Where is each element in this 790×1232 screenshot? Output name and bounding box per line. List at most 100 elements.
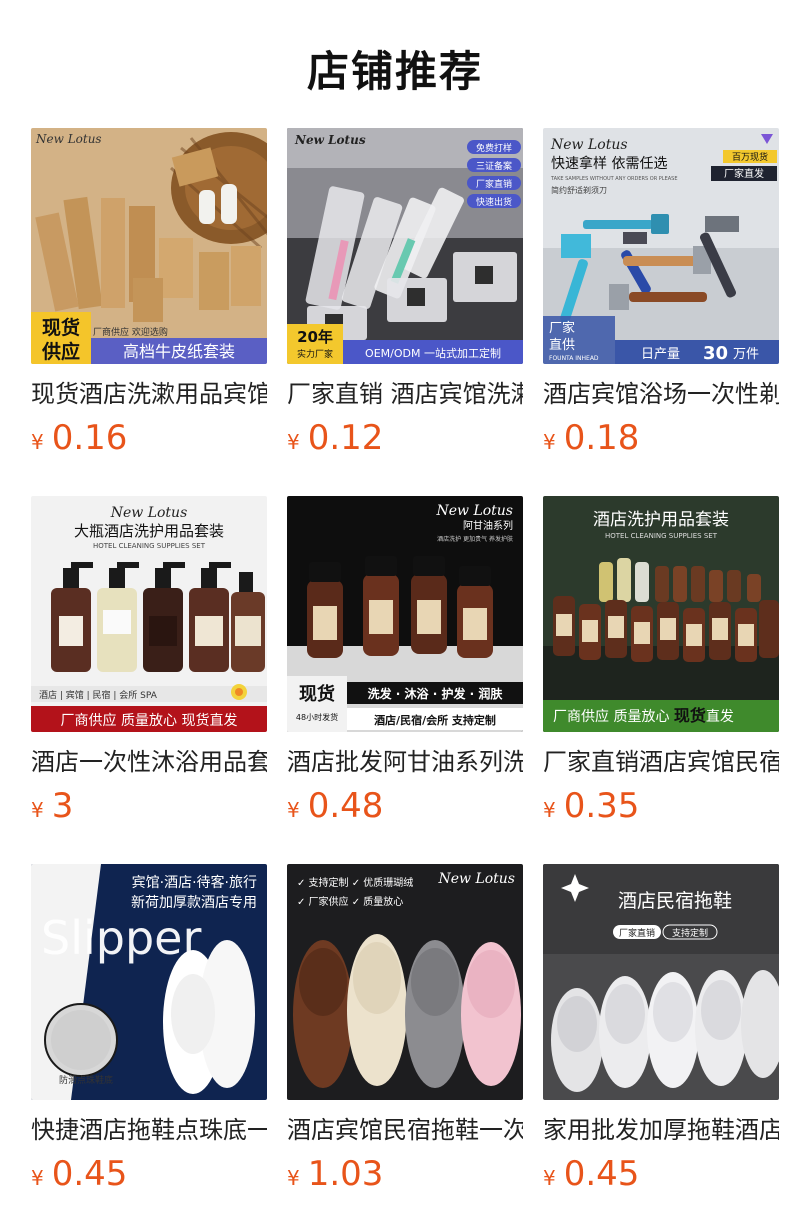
price-value: 0.48: [307, 786, 384, 826]
product-name[interactable]: 厂家直销酒店宾馆民宿: [543, 746, 779, 778]
badge-text: 现货: [299, 683, 335, 705]
tag-text: 三证备案: [476, 160, 512, 172]
price-value: 0.12: [307, 418, 384, 458]
product-card[interactable]: New Lotus 快速拿样 依需任选 TAKE SAMPLES WITHOUT…: [543, 128, 779, 460]
product-card[interactable]: New Lotus 阿甘油系列 酒店洗护 更加贵气 养发护肤 现货 48小时发货: [287, 496, 523, 828]
product-name[interactable]: 酒店一次性沐浴用品套: [31, 746, 267, 778]
price-value: 1.03: [307, 1154, 384, 1194]
headline-text: 酒店民宿拖鞋: [618, 890, 732, 912]
feature-text: ✓ 支持定制 ✓ 优质珊瑚绒: [297, 876, 413, 889]
product-name[interactable]: 酒店宾馆浴场一次性剃: [543, 378, 779, 410]
banner-text: 厂商供应 质量放心 现货直发: [61, 712, 238, 729]
currency-symbol: ¥: [287, 430, 300, 454]
product-price: ¥0.45: [31, 1152, 267, 1196]
tag-text: 百万现货: [732, 151, 768, 163]
price-value: 0.45: [51, 1154, 128, 1194]
badge-text: 现货: [42, 316, 80, 339]
product-name[interactable]: 酒店批发阿甘油系列洗: [287, 746, 523, 778]
tag-text: 支持定制: [672, 927, 708, 939]
product-image[interactable]: New Lotus 免费打样 三证备案 厂家直销 快速出货 20年 实力厂家 O…: [287, 128, 523, 364]
product-image[interactable]: 酒店民宿拖鞋 厂家直销 支持定制: [543, 864, 779, 1100]
banner-text: 厂商供应 质量放心: [553, 708, 674, 725]
caption-text: 酒店洗护 更加贵气 养发护肤: [437, 535, 513, 543]
corner-text: 直供: [549, 338, 575, 353]
currency-symbol: ¥: [543, 430, 556, 454]
product-price: ¥0.18: [543, 416, 779, 460]
price-value: 0.45: [563, 1154, 640, 1194]
product-card[interactable]: New Lotus 现货 供应 厂商供应 欢迎选购 高档牛皮纸套装 现货酒店洗漱…: [31, 128, 267, 460]
product-card[interactable]: New Lotus 大瓶酒店洗护用品套装 HOTEL CLEANING SUPP…: [31, 496, 267, 828]
banner-text: 洗发 · 沐浴 · 护发 · 润肤: [368, 686, 504, 701]
headline-text: 宾馆·酒店·待客·旅行: [132, 874, 257, 891]
caption-text: 简约舒适剃须刀: [551, 185, 607, 195]
product-price: ¥0.16: [31, 416, 267, 460]
product-card[interactable]: 宾馆·酒店·待客·旅行 新荷加厚款酒店专用 Slipper 防滑点珠鞋底 快捷酒…: [31, 864, 267, 1196]
product-price: ¥0.48: [287, 784, 523, 828]
product-image[interactable]: 宾馆·酒店·待客·旅行 新荷加厚款酒店专用 Slipper 防滑点珠鞋底: [31, 864, 267, 1100]
tag-text: 厂家直发: [724, 167, 764, 180]
currency-symbol: ¥: [287, 798, 300, 822]
banner-text: 酒店/民宿/会所 支持定制: [374, 713, 496, 727]
price-value: 0.35: [563, 786, 640, 826]
currency-symbol: ¥: [31, 798, 44, 822]
tag-text: 免费打样: [476, 142, 512, 154]
corner-text: FOUNTA INHEAD: [549, 355, 599, 362]
badge-text: 供应: [41, 340, 80, 363]
product-price: ¥3: [31, 784, 267, 828]
caption-text: 厂商供应 欢迎选购: [93, 326, 168, 338]
product-price: ¥0.45: [543, 1152, 779, 1196]
product-card[interactable]: New Lotus 免费打样 三证备案 厂家直销 快速出货 20年 实力厂家 O…: [287, 128, 523, 460]
product-name[interactable]: 厂家直销 酒店宾馆洗漱: [287, 378, 523, 410]
caption-text: TAKE SAMPLES WITHOUT ANY ORDERS OR PLEAS…: [550, 176, 677, 182]
product-price: ¥0.12: [287, 416, 523, 460]
brand-logo-text: New Lotus: [550, 137, 628, 153]
headline-text: 酒店洗护用品套装: [593, 510, 729, 530]
tag-text: 厂家直销: [619, 927, 655, 939]
svg-text:厂商供应 质量放心 现货直发: 厂商供应 质量放心 现货直发: [553, 706, 734, 725]
product-price: ¥1.03: [287, 1152, 523, 1196]
product-card[interactable]: 酒店民宿拖鞋 厂家直销 支持定制 家用批发加厚拖鞋酒店 ¥0.45: [543, 864, 779, 1196]
corner-text: 厂家: [549, 320, 575, 336]
currency-symbol: ¥: [31, 1166, 44, 1190]
caption-text: HOTEL CLEANING SUPPLIES SET: [93, 542, 206, 550]
product-image[interactable]: New Lotus 大瓶酒店洗护用品套装 HOTEL CLEANING SUPP…: [31, 496, 267, 732]
currency-symbol: ¥: [31, 430, 44, 454]
product-image[interactable]: New Lotus 阿甘油系列 酒店洗护 更加贵气 养发护肤 现货 48小时发货: [287, 496, 523, 732]
product-name[interactable]: 现货酒店洗漱用品宾馆: [31, 378, 267, 410]
product-image[interactable]: ✓ 支持定制 ✓ 优质珊瑚绒 ✓ 厂家供应 ✓ 质量放心 New Lotus: [287, 864, 523, 1100]
product-card[interactable]: ✓ 支持定制 ✓ 优质珊瑚绒 ✓ 厂家供应 ✓ 质量放心 New Lotus 酒…: [287, 864, 523, 1196]
price-value: 3: [51, 786, 74, 826]
output-text: 日产量: [641, 347, 680, 362]
headline-text: 快速拿样 依需任选: [551, 155, 667, 172]
product-image[interactable]: 酒店洗护用品套装 HOTEL CLEANING SUPPLIES SET 厂商供…: [543, 496, 779, 732]
currency-symbol: ¥: [543, 798, 556, 822]
price-value: 0.16: [51, 418, 128, 458]
product-image[interactable]: New Lotus 现货 供应 厂商供应 欢迎选购 高档牛皮纸套装: [31, 128, 267, 364]
product-card[interactable]: 酒店洗护用品套装 HOTEL CLEANING SUPPLIES SET 厂商供…: [543, 496, 779, 828]
output-number: 30: [703, 343, 728, 364]
brand-logo-text: New Lotus: [294, 133, 366, 147]
headline-text: 阿甘油系列: [463, 519, 513, 532]
feature-text: ✓ 厂家供应 ✓ 质量放心: [297, 895, 403, 908]
headline-text: 新荷加厚款酒店专用: [131, 895, 257, 911]
badge-text: 20年: [297, 328, 333, 346]
product-name[interactable]: 酒店宾馆民宿拖鞋一次: [287, 1114, 523, 1146]
banner-highlight: 现货: [674, 706, 706, 725]
banner-text: 直发: [706, 708, 734, 725]
product-image[interactable]: New Lotus 快速拿样 依需任选 TAKE SAMPLES WITHOUT…: [543, 128, 779, 364]
output-text: 万件: [733, 347, 759, 362]
caption-text: HOTEL CLEANING SUPPLIES SET: [605, 532, 718, 540]
banner-text: OEM/ODM 一站式加工定制: [365, 346, 501, 360]
section-title: 店铺推荐: [306, 47, 483, 96]
tag-text: 厂家直销: [476, 178, 512, 190]
currency-symbol: ¥: [543, 1166, 556, 1190]
currency-symbol: ¥: [287, 1166, 300, 1190]
headline-text: 大瓶酒店洗护用品套装: [74, 522, 224, 540]
badge-text: 48小时发货: [296, 712, 338, 722]
brand-logo-text: New Lotus: [110, 505, 188, 521]
brand-logo-text: New Lotus: [35, 132, 102, 146]
product-name[interactable]: 家用批发加厚拖鞋酒店: [543, 1114, 779, 1146]
banner-text: 高档牛皮纸套装: [123, 342, 235, 361]
brand-logo-text: New Lotus: [435, 503, 513, 519]
product-name[interactable]: 快捷酒店拖鞋点珠底一: [31, 1114, 267, 1146]
